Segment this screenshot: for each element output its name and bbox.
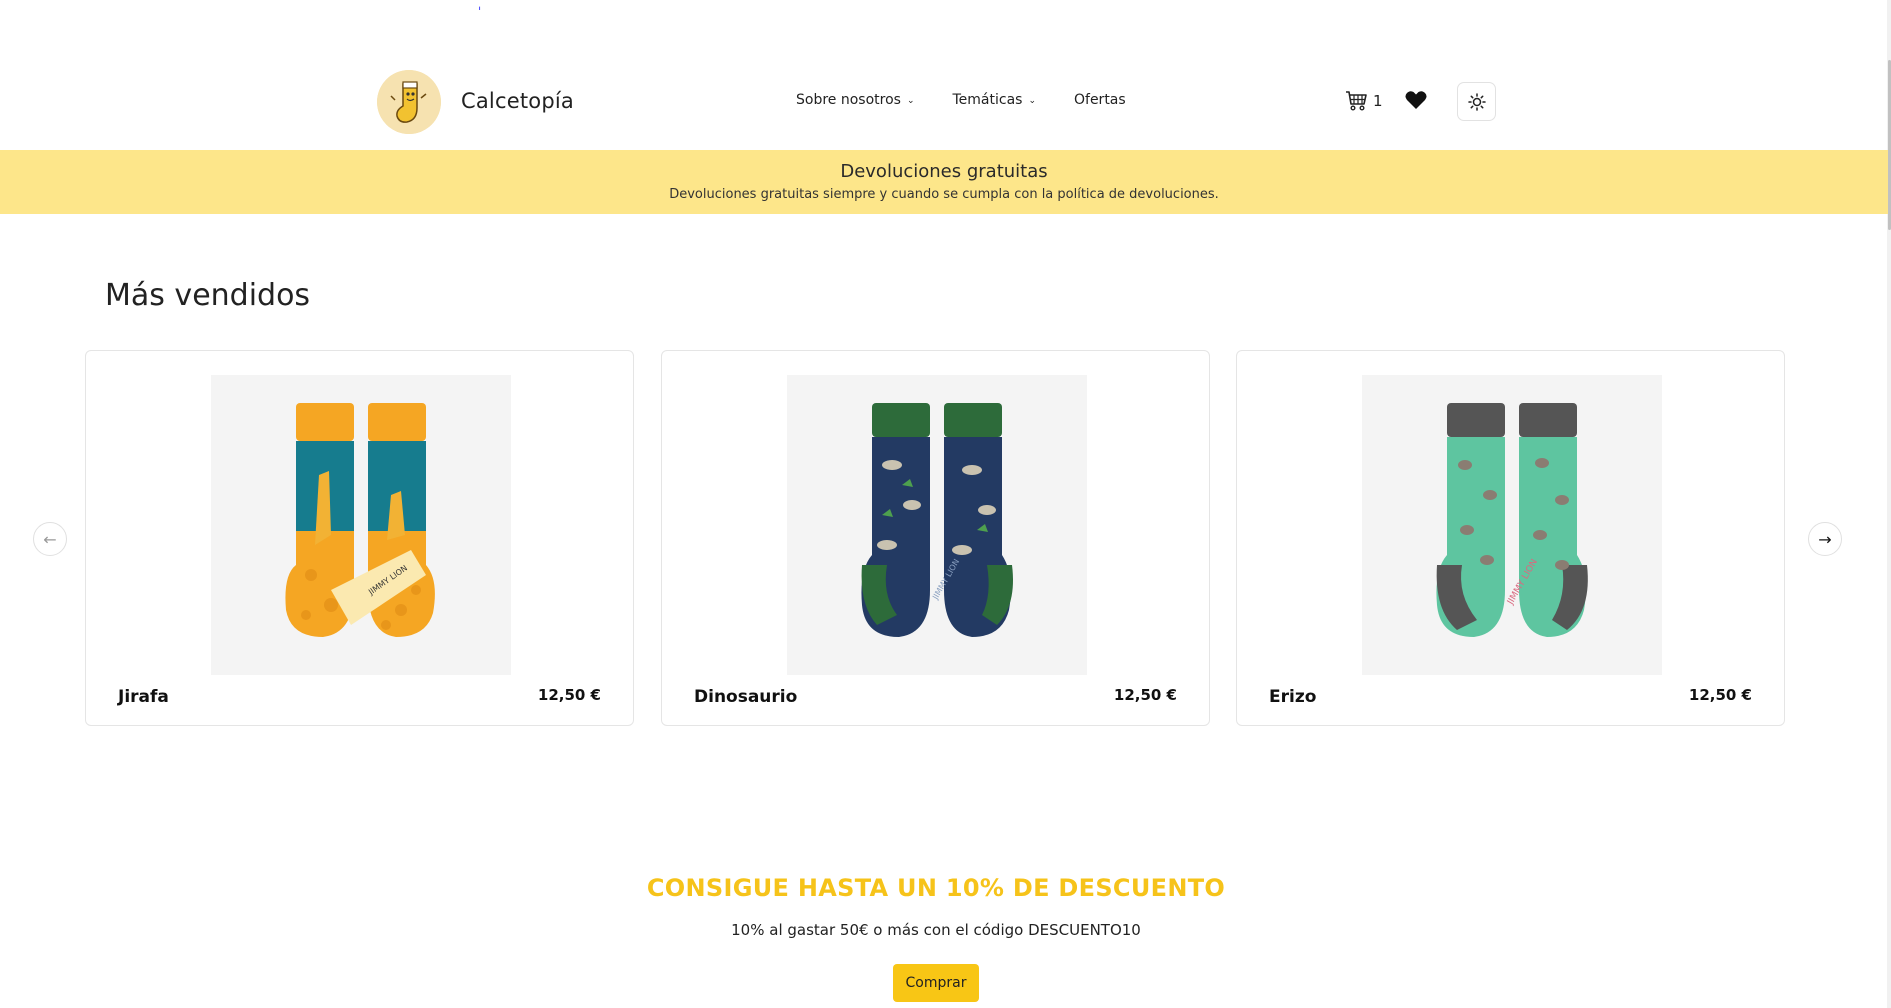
free-returns-banner: Devoluciones gratuitas Devoluciones grat…	[0, 150, 1888, 214]
brand-name[interactable]: Calcetopía	[461, 89, 574, 113]
cart-button[interactable]: 1	[1345, 90, 1383, 112]
chevron-down-icon: ⌄	[906, 96, 915, 106]
promo-subtitle: 10% al gastar 50€ o más con el código DE…	[731, 921, 1141, 939]
wishlist-button[interactable]	[1404, 89, 1428, 115]
banner-title: Devoluciones gratuitas	[840, 161, 1048, 182]
giraffe-socks-image: JIMMY LION	[285, 403, 435, 637]
product-price: 12,50 €	[1688, 686, 1752, 704]
product-name[interactable]: Jirafa	[118, 687, 169, 707]
nav-item-ofertas[interactable]: Ofertas	[1074, 92, 1126, 108]
product-image[interactable]: JIMMY LION	[1362, 375, 1662, 675]
site-header: Calcetopía Sobre nosotros ⌄ Temáticas ⌄ …	[0, 0, 1888, 150]
product-price: 12,50 €	[1113, 686, 1177, 704]
nav-item-label: Temáticas	[952, 92, 1023, 108]
product-card[interactable]: JIMMY LION Erizo 12,50 €	[1236, 350, 1785, 726]
product-image[interactable]: JIMMY LION	[211, 375, 511, 675]
cart-icon	[1346, 91, 1367, 111]
theme-toggle-button[interactable]	[1457, 82, 1496, 121]
sun-icon	[1467, 92, 1486, 111]
product-price: 12,50 €	[537, 686, 601, 704]
product-name[interactable]: Dinosaurio	[694, 687, 797, 707]
nav-item-label: Ofertas	[1074, 92, 1126, 108]
nav-item-tematicas[interactable]: Temáticas ⌄	[953, 92, 1037, 108]
heart-icon	[1405, 91, 1427, 109]
carousel-prev-button[interactable]: ←	[33, 522, 67, 556]
hedgehog-socks-image: JIMMY LION	[1436, 403, 1588, 637]
nav-item-label: Sobre nosotros	[796, 92, 901, 108]
arrow-left-icon: ←	[43, 529, 57, 549]
arrow-right-icon: →	[1818, 529, 1832, 549]
banner-subtitle: Devoluciones gratuitas siempre y cuando …	[669, 187, 1219, 202]
cart-count: 1	[1373, 92, 1383, 110]
sock-mascot-icon	[377, 70, 441, 134]
product-card[interactable]: JIMMY LION Jirafa 12,50 €	[85, 350, 634, 726]
product-name[interactable]: Erizo	[1269, 687, 1316, 707]
brand-logo[interactable]	[377, 70, 441, 134]
product-card[interactable]: JIMMY LION Dinosaurio 12,50 €	[661, 350, 1210, 726]
promo-title: CONSIGUE HASTA UN 10% DE DESCUENTO	[646, 874, 1226, 902]
section-title: Más vendidos	[105, 278, 311, 313]
product-image[interactable]: JIMMY LION	[787, 375, 1087, 675]
buy-button[interactable]: Comprar	[893, 964, 979, 1002]
nav-item-sobre-nosotros[interactable]: Sobre nosotros ⌄	[796, 92, 915, 108]
dinosaur-socks-image: JIMMY LION	[861, 403, 1013, 637]
chevron-down-icon: ⌄	[1028, 96, 1036, 106]
main-nav: Sobre nosotros ⌄ Temáticas ⌄ Ofertas	[796, 92, 1126, 108]
carousel-next-button[interactable]: →	[1808, 522, 1842, 556]
